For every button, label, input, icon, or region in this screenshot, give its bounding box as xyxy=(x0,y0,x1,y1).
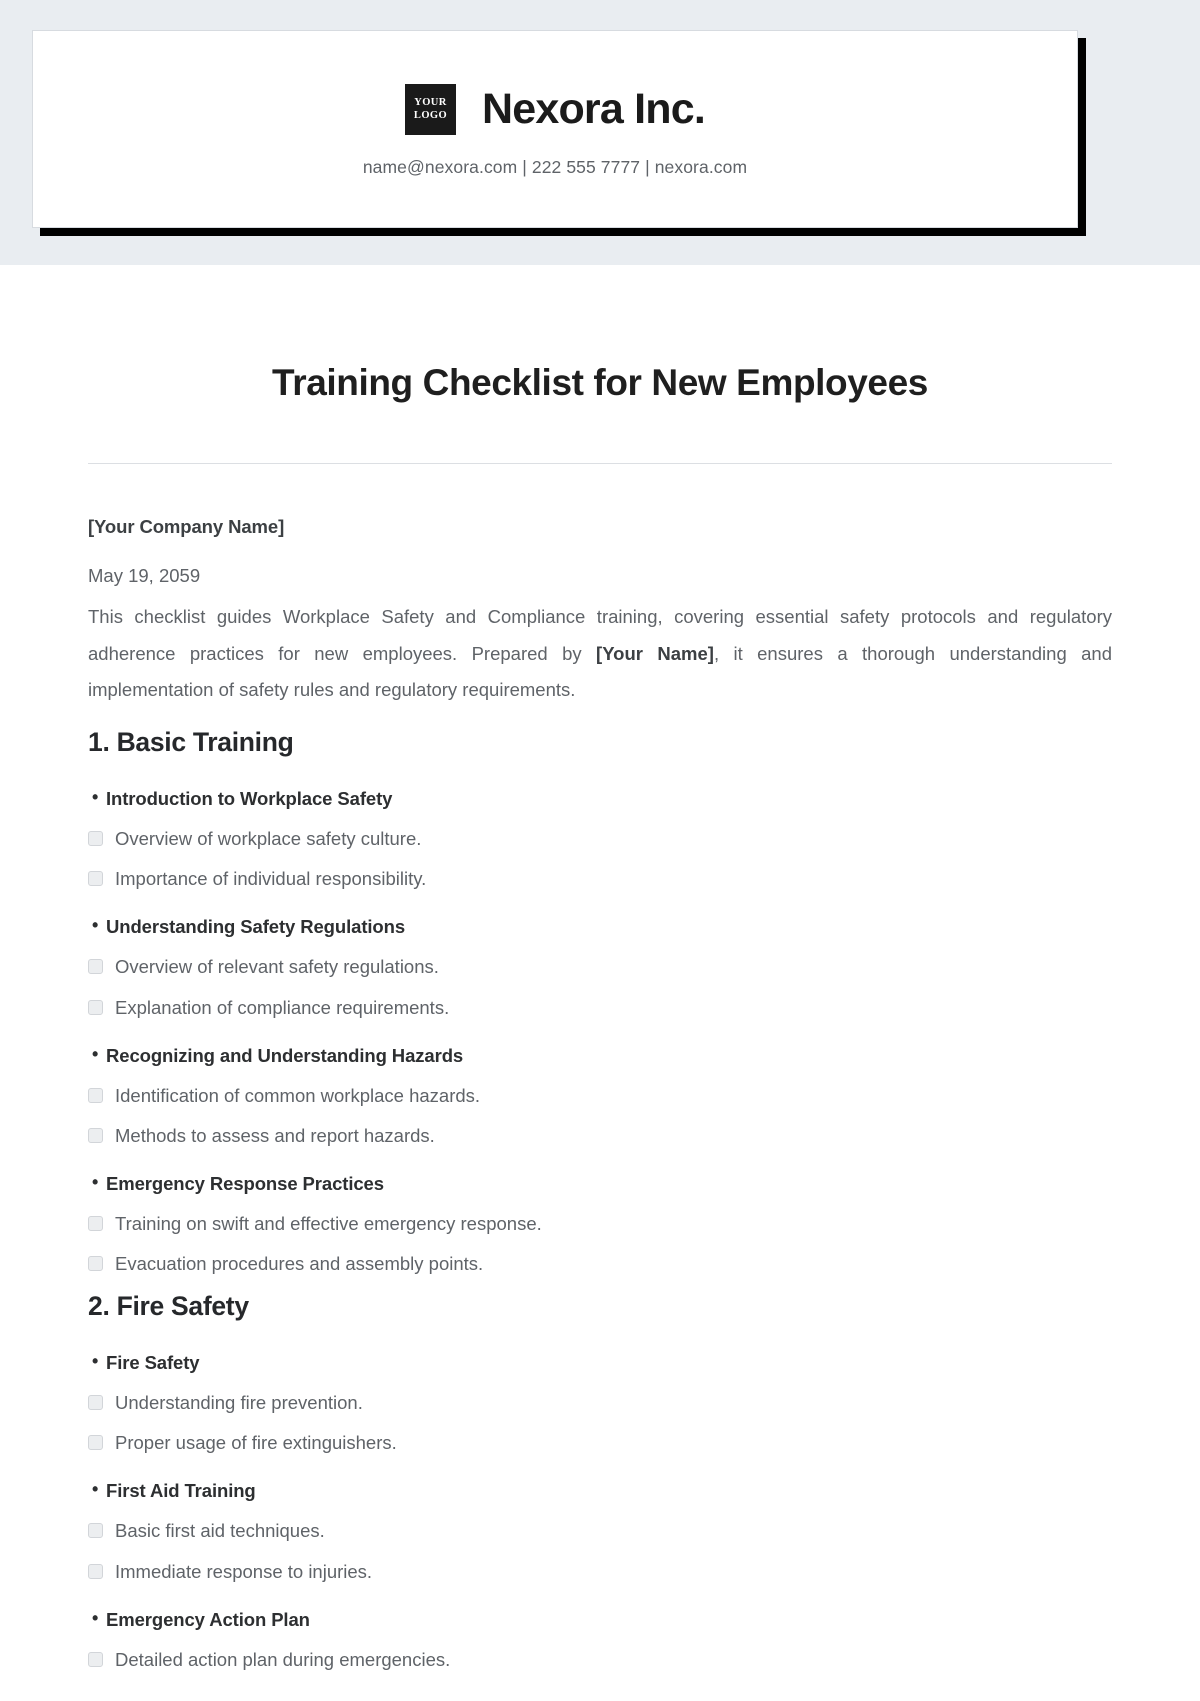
checklist-item-label: Explanation of compliance requirements. xyxy=(115,996,450,1018)
checklist-group-title: • First Aid Training xyxy=(88,1479,1112,1502)
checklist-item[interactable]: Explanation of compliance requirements. xyxy=(88,996,1112,1019)
bullet-icon: • xyxy=(92,915,99,936)
checklist-group-label: Fire Safety xyxy=(106,1352,200,1374)
checkbox-icon[interactable] xyxy=(88,1563,103,1579)
checklist-item-label: Overview of relevant safety regulations. xyxy=(115,956,439,978)
checklist-item-label: Importance of individual responsibility. xyxy=(115,868,427,890)
checklist-item[interactable]: Evacuation procedures and assembly point… xyxy=(88,1252,1112,1275)
checklist-group-title: • Emergency Action Plan xyxy=(88,1607,1112,1631)
checkbox-icon[interactable] xyxy=(88,831,103,847)
checklist-group-title: • Introduction to Workplace Safety xyxy=(88,787,1112,810)
checklist-item-label: Identification of common workplace hazar… xyxy=(115,1084,481,1106)
checklist-item[interactable]: Immediate response to injuries. xyxy=(88,1560,1112,1583)
checklist-item[interactable]: Importance of individual responsibility. xyxy=(88,867,1112,890)
checklist-item-label: Methods to assess and report hazards. xyxy=(115,1124,435,1146)
bullet-icon: • xyxy=(92,1171,99,1192)
logo-line-2: LOGO xyxy=(413,109,448,121)
checklist-item-label: Basic first aid techniques. xyxy=(115,1520,325,1542)
checklist-group-label: Introduction to Workplace Safety xyxy=(106,788,393,810)
checkbox-icon[interactable] xyxy=(88,999,103,1015)
checklist-group-title: • Fire Safety xyxy=(88,1351,1112,1374)
section-heading: 2. Fire Safety xyxy=(88,1291,249,1322)
bullet-icon: • xyxy=(92,1043,99,1064)
checklist-item-label: Immediate response to injuries. xyxy=(115,1560,373,1582)
checklist-item[interactable]: Overview of workplace safety culture. xyxy=(88,827,1112,850)
logo-line-1: YOUR xyxy=(414,97,447,109)
checkbox-icon[interactable] xyxy=(88,1395,103,1411)
checklist-item-label: Training on swift and effective emergenc… xyxy=(115,1212,542,1234)
brand-row: YOUR LOGO Nexora Inc. xyxy=(404,84,706,135)
bullet-icon: • xyxy=(92,1607,99,1628)
checklist-item[interactable]: Understanding fire prevention. xyxy=(88,1391,1112,1414)
checkbox-icon[interactable] xyxy=(88,1087,103,1103)
checklist-item[interactable]: Identification of common workplace hazar… xyxy=(88,1084,1112,1107)
checkbox-icon[interactable] xyxy=(88,1127,103,1143)
checkbox-icon[interactable] xyxy=(88,959,103,975)
checklist-item[interactable]: Overview of relevant safety regulations. xyxy=(88,955,1112,978)
checklist-group-title: • Emergency Response Practices xyxy=(88,1171,1112,1195)
checkbox-icon[interactable] xyxy=(88,1256,103,1272)
checklist-item[interactable]: Proper usage of fire extinguishers. xyxy=(88,1431,1112,1454)
section-heading: 1. Basic Training xyxy=(88,727,294,758)
bullet-icon: • xyxy=(92,1351,99,1372)
brand-name: Nexora Inc. xyxy=(481,85,706,133)
checklist-group-label: Emergency Response Practices xyxy=(106,1172,384,1194)
letterhead-card: YOUR LOGO Nexora Inc. name@nexora.com | … xyxy=(32,30,1078,228)
intro-paragraph: This checklist guides Workplace Safety a… xyxy=(88,599,1112,708)
checklist-group-title: • Recognizing and Understanding Hazards xyxy=(88,1043,1112,1067)
checklist-item-label: Proper usage of fire extinguishers. xyxy=(115,1432,397,1454)
checkbox-icon[interactable] xyxy=(88,871,103,887)
checkbox-icon[interactable] xyxy=(88,1435,103,1451)
checklist-item[interactable]: Methods to assess and report hazards. xyxy=(88,1124,1112,1147)
checklist-group-label: Recognizing and Understanding Hazards xyxy=(106,1044,464,1066)
checklist-item-label: Evacuation procedures and assembly point… xyxy=(115,1253,484,1275)
checkbox-icon[interactable] xyxy=(88,1651,103,1667)
checkbox-icon[interactable] xyxy=(88,1523,103,1539)
contact-line: name@nexora.com | 222 555 7777 | nexora.… xyxy=(362,157,748,177)
checklist-item-label: Understanding fire prevention. xyxy=(115,1392,363,1414)
checkbox-icon[interactable] xyxy=(88,1215,103,1231)
checklist-item[interactable]: Training on swift and effective emergenc… xyxy=(88,1212,1112,1235)
checklist-group-label: Understanding Safety Regulations xyxy=(106,916,406,938)
checklist-item-label: Detailed action plan during emergencies. xyxy=(115,1648,451,1670)
checklist-item[interactable]: Basic first aid techniques. xyxy=(88,1519,1112,1542)
title-divider xyxy=(88,463,1112,465)
bullet-icon: • xyxy=(92,1479,99,1500)
your-logo-placeholder-icon: YOUR LOGO xyxy=(404,84,456,135)
prepared-by-name: [Your Name] xyxy=(596,642,714,664)
document-body: Training Checklist for New Employees [Yo… xyxy=(0,361,1200,1671)
company-name-field: [Your Company Name] xyxy=(88,516,285,538)
page-title: Training Checklist for New Employees xyxy=(272,362,928,403)
letterhead-band: YOUR LOGO Nexora Inc. name@nexora.com | … xyxy=(0,0,1200,265)
checklist-sections: 1. Basic Training • Introduction to Workpl… xyxy=(88,727,1112,1671)
checklist-group-label: First Aid Training xyxy=(106,1480,256,1502)
bullet-icon: • xyxy=(92,787,99,808)
checklist-item-label: Overview of workplace safety culture. xyxy=(115,828,422,850)
checklist-item[interactable]: Detailed action plan during emergencies. xyxy=(88,1648,1112,1671)
checklist-group-label: Emergency Action Plan xyxy=(106,1608,310,1630)
document-date: May 19, 2059 xyxy=(88,565,201,587)
checklist-group-title: • Understanding Safety Regulations xyxy=(88,915,1112,938)
